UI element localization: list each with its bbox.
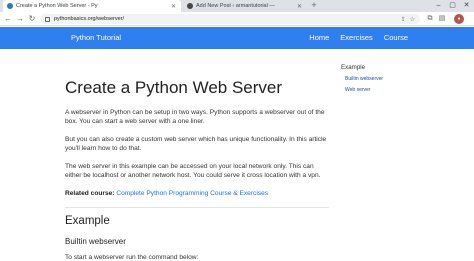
site-brand[interactable]: Python Tutorial xyxy=(71,33,121,42)
related-course-link[interactable]: Complete Python Programming Course & Exe… xyxy=(116,190,268,197)
new-tab-icon[interactable]: + xyxy=(309,1,319,11)
divider xyxy=(65,207,329,208)
related-course-label: Related course: xyxy=(65,190,115,197)
address-bar[interactable]: pythonbasics.org/webserver/ ⇪ ☆ xyxy=(40,14,420,24)
toc-link-builtin-webserver[interactable]: Builtin webserver xyxy=(345,76,421,82)
python-favicon-icon xyxy=(7,3,13,9)
lock-icon xyxy=(45,16,50,22)
nav-link-exercises[interactable]: Exercises xyxy=(340,33,373,42)
tab-title: Create a Python Web Server - Py xyxy=(16,3,98,9)
article-paragraph: The web server in this example can be ac… xyxy=(65,163,321,179)
extensions-icon[interactable]: ⧉ xyxy=(425,14,435,24)
related-course: Related course: Complete Python Programm… xyxy=(65,189,329,198)
star-icon[interactable]: ☆ xyxy=(410,16,415,23)
section-heading: Example xyxy=(65,215,110,227)
page-title: Create a Python Web Server xyxy=(65,78,283,97)
browser-tab-strip: Create a Python Web Server - Py ✕ Add Ne… xyxy=(0,0,474,12)
minimize-icon[interactable]: – xyxy=(432,0,445,12)
forward-arrow-icon[interactable]: → xyxy=(15,14,25,24)
table-of-contents: Example Builtin webserver Web server xyxy=(341,64,421,98)
article-paragraph: But you can also create a custom web ser… xyxy=(65,136,327,152)
maximize-icon[interactable]: ▢ xyxy=(446,0,459,12)
share-icon[interactable]: ⇪ xyxy=(401,16,406,23)
tab-close-icon[interactable]: ✕ xyxy=(296,3,303,10)
article-content: Create a Python Web Server A webserver i… xyxy=(65,78,329,261)
nav-link-course[interactable]: Course xyxy=(384,33,408,42)
tab-title: Add New Post ‹ armantutorial — xyxy=(196,3,275,9)
wordpress-favicon-icon xyxy=(187,3,193,9)
article-paragraph: A webserver in Python can be setup in tw… xyxy=(65,109,325,125)
site-navbar: Python Tutorial Home Exercises Course xyxy=(0,27,474,49)
back-arrow-icon[interactable]: ← xyxy=(3,14,13,24)
url-text: pythonbasics.org/webserver/ xyxy=(54,16,125,22)
window-close-icon[interactable]: ✕ xyxy=(460,0,473,12)
browser-toolbar: ← → ↻ pythonbasics.org/webserver/ ⇪ ☆ ⧉ … xyxy=(0,12,474,26)
profile-avatar[interactable]: ● xyxy=(454,14,464,24)
browser-tab-active[interactable]: Create a Python Web Server - Py ✕ xyxy=(3,0,181,12)
tab-close-icon[interactable]: ✕ xyxy=(170,3,177,10)
toc-link-web-server[interactable]: Web server xyxy=(345,87,421,93)
nav-link-home[interactable]: Home xyxy=(309,33,329,42)
browser-tab-inactive[interactable]: Add New Post ‹ armantutorial — ✕ xyxy=(183,0,307,12)
reload-icon[interactable]: ↻ xyxy=(27,14,37,24)
article-paragraph: To start a webserver run the command bel… xyxy=(65,254,199,261)
nav-links: Home Exercises Course xyxy=(309,33,408,42)
subsection-heading: Builtin webserver xyxy=(65,237,126,246)
toc-title[interactable]: Example xyxy=(341,64,421,71)
sidebar-panel-icon[interactable]: ▤ xyxy=(437,14,447,24)
